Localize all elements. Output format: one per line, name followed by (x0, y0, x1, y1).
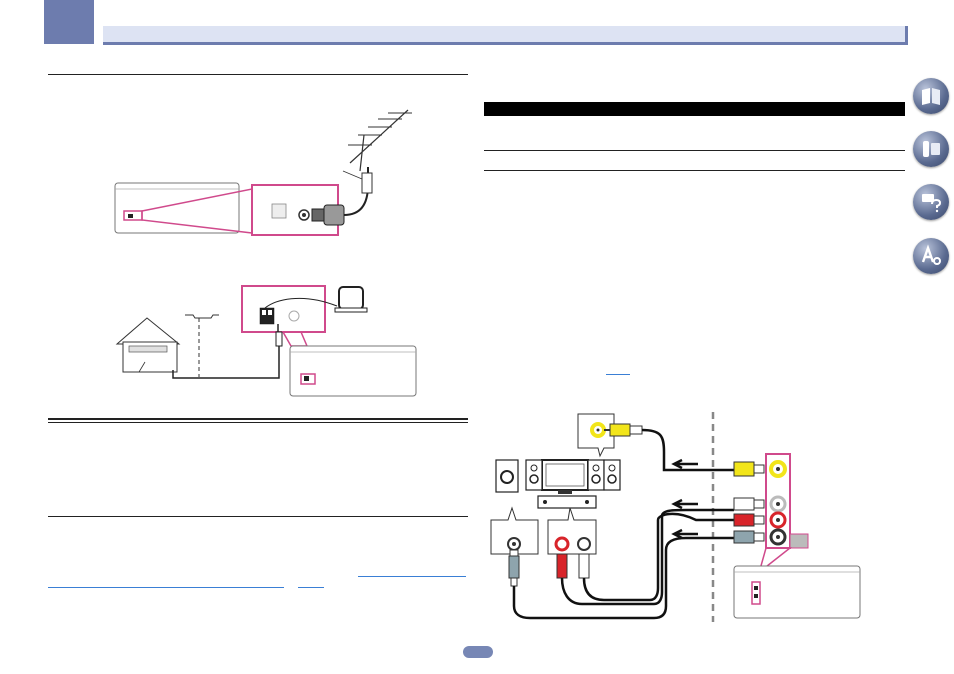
glossary-nav-icon[interactable] (913, 238, 949, 274)
speaker-icon (495, 459, 519, 493)
chapter-header-bar (103, 26, 908, 45)
fm-antenna-figure (114, 109, 412, 236)
section-rule (484, 150, 905, 151)
link-underline[interactable] (358, 576, 466, 577)
terminal-zoom-box (241, 285, 326, 333)
manual-nav-icon[interactable] (913, 78, 949, 114)
book-icon (922, 88, 940, 105)
fm-antenna-icon (342, 109, 412, 194)
fm-connector (323, 204, 345, 226)
page-link[interactable] (606, 374, 630, 375)
glossary-icon (921, 244, 941, 265)
speaker-icon (603, 459, 621, 491)
chapter-tab (44, 0, 94, 44)
section-rule (48, 74, 468, 75)
receiver-back-panel (114, 182, 240, 234)
av-connection-diagram (490, 412, 861, 622)
audio-plug-white (578, 553, 590, 579)
remote-nav-icon[interactable] (913, 131, 949, 167)
question-icon (922, 194, 942, 213)
page-number (463, 646, 493, 658)
speaker-icon (525, 459, 543, 491)
zoom-lines (281, 331, 309, 347)
section-rule (48, 516, 468, 517)
video-plug (609, 423, 631, 437)
speaker-icon (587, 459, 605, 491)
signal-arrow-icon (671, 458, 698, 470)
section-rule (48, 422, 468, 423)
receiver-back-panel (289, 345, 417, 397)
house-icon (115, 317, 181, 373)
page-link[interactable] (298, 587, 324, 588)
input-terminal-highlight (751, 581, 761, 605)
subwoofer-plug (508, 555, 520, 579)
section-rule (48, 418, 468, 420)
troubleshooting-nav-icon[interactable] (913, 184, 949, 220)
section-heading-band (484, 102, 905, 116)
audio-plug-red (556, 553, 568, 579)
am-antenna-figure (115, 285, 417, 397)
section-rule (484, 170, 905, 171)
signal-arrow-icon (671, 498, 698, 510)
link-underline[interactable] (48, 587, 284, 588)
remote-icon (923, 141, 940, 157)
